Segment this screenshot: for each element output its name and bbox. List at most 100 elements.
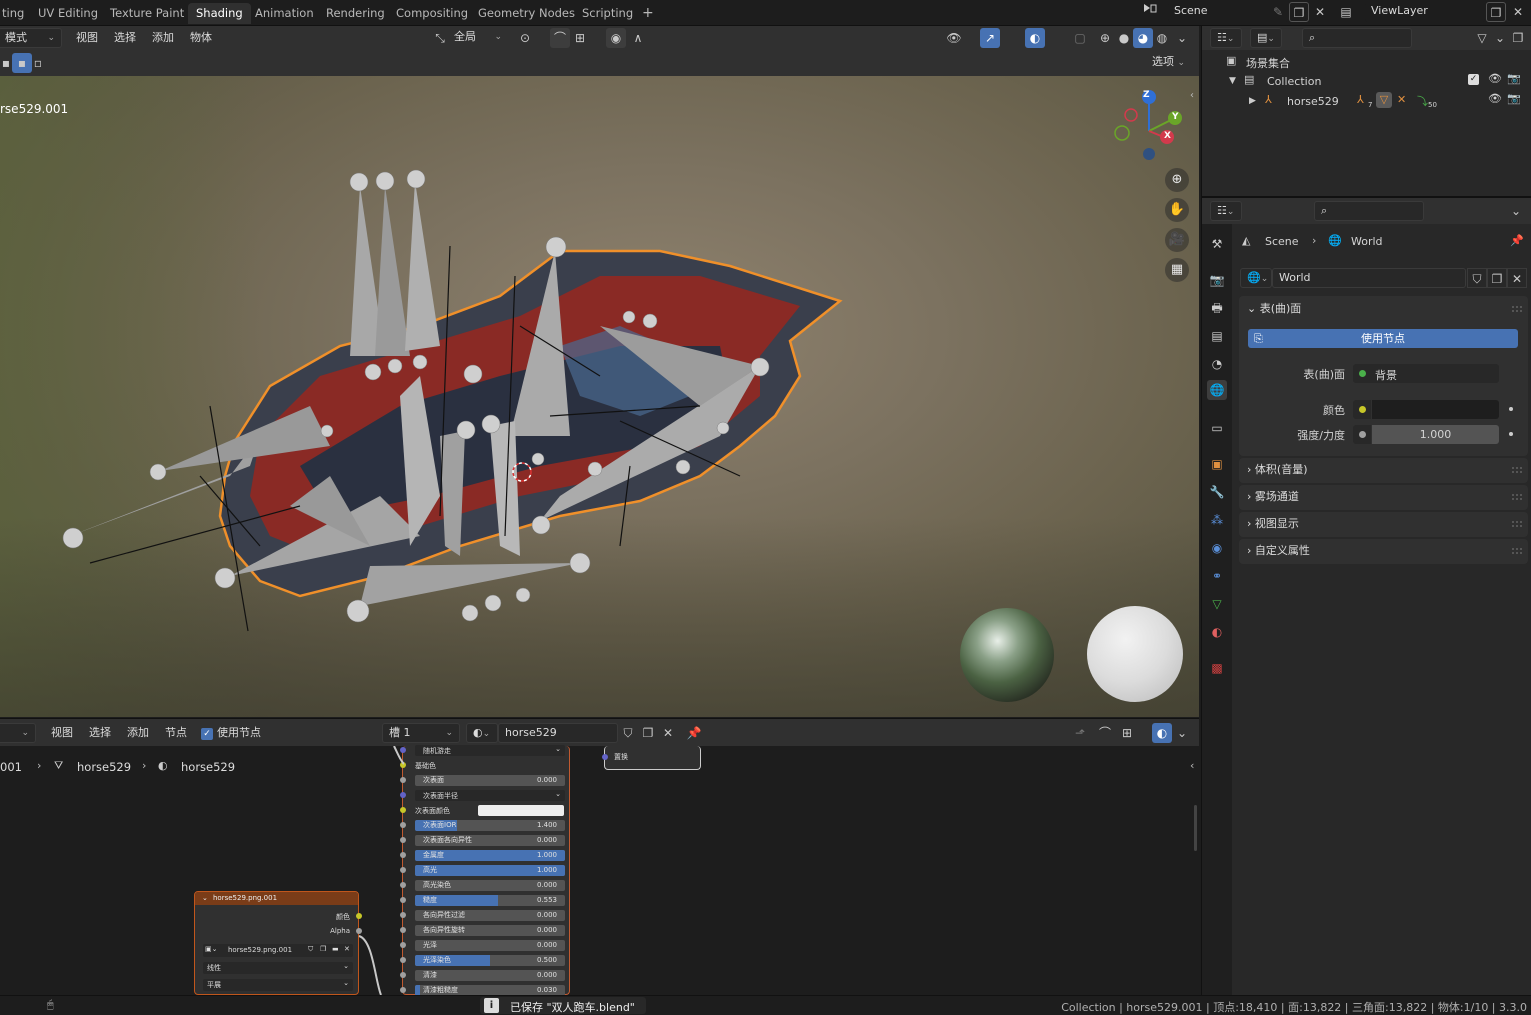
snap-icon[interactable]: ⌒ bbox=[550, 28, 570, 48]
drag-handle-icon[interactable] bbox=[1512, 521, 1522, 527]
bsdf-slider[interactable]: 糙度 0.553 bbox=[415, 895, 565, 906]
bsdf-slider[interactable]: 各向异性旋转 0.000 bbox=[415, 925, 565, 936]
duplicate-icon[interactable]: ❐ bbox=[1487, 268, 1507, 288]
viewport-display-panel[interactable]: › 视图显示 bbox=[1239, 512, 1528, 537]
tab-shading[interactable]: Shading bbox=[188, 3, 251, 24]
input-socket[interactable] bbox=[400, 867, 406, 873]
input-socket[interactable] bbox=[400, 822, 406, 828]
grid-perspective-icon[interactable]: ▦ bbox=[1165, 258, 1189, 282]
pan-hand-icon[interactable]: ✋ bbox=[1165, 198, 1189, 222]
bsdf-slider[interactable]: 高光染色 0.000 bbox=[415, 880, 565, 891]
camera-render-icon[interactable]: 📷 bbox=[1507, 72, 1521, 85]
input-socket[interactable] bbox=[400, 837, 406, 843]
input-socket[interactable] bbox=[400, 897, 406, 903]
color-socket-button[interactable] bbox=[1353, 400, 1371, 419]
filter-icon[interactable]: ▽ bbox=[1472, 28, 1492, 48]
keyframe-dot-icon[interactable] bbox=[1509, 407, 1513, 411]
texture-tab-icon[interactable]: ▩ bbox=[1207, 658, 1227, 678]
close-icon[interactable]: ✕ bbox=[1310, 2, 1330, 22]
bsdf-slider[interactable]: 高光 1.000 bbox=[415, 865, 565, 876]
material-output-node[interactable]: 置换 bbox=[602, 746, 701, 770]
tab-rendering[interactable]: Rendering bbox=[318, 3, 393, 24]
options-dropdown[interactable]: 选项 ⌄ bbox=[1146, 53, 1194, 73]
render-tab-icon[interactable]: 📷 bbox=[1207, 270, 1227, 290]
select-subtract-icon[interactable]: ▫ bbox=[28, 53, 48, 73]
menu-add[interactable]: 添加 bbox=[152, 28, 174, 48]
particles-tab-icon[interactable]: ⁂ bbox=[1207, 510, 1227, 530]
expand-arrow-icon[interactable]: ▼ bbox=[1229, 76, 1236, 86]
pin-icon[interactable]: 📌 bbox=[684, 723, 704, 743]
xray-icon[interactable]: ▢ bbox=[1070, 28, 1090, 48]
input-socket[interactable] bbox=[400, 957, 406, 963]
drag-handle-icon[interactable] bbox=[1512, 306, 1522, 312]
tab-uv-editing[interactable]: UV Editing bbox=[30, 3, 106, 24]
keyframe-dot-icon[interactable] bbox=[1509, 432, 1513, 436]
bsdf-dropdown[interactable]: 次表面半径 ⌄ bbox=[415, 790, 565, 801]
drag-handle-icon[interactable] bbox=[1512, 467, 1522, 473]
color-swatch[interactable] bbox=[1372, 400, 1499, 419]
shading-options-icon[interactable]: ⌄ bbox=[1172, 28, 1192, 48]
input-socket[interactable] bbox=[400, 777, 406, 783]
image-selector[interactable]: ▣⌄ horse529.png.001 ⛉ ❐ ▬ ✕ bbox=[203, 944, 353, 957]
node-canvas[interactable] bbox=[0, 790, 1199, 995]
outliner-search-input[interactable]: ⌕ bbox=[1302, 28, 1412, 48]
snap-icon[interactable]: ⌒ bbox=[1095, 723, 1115, 743]
scrollbar[interactable] bbox=[1194, 805, 1197, 851]
bsdf-slider[interactable]: 次表面IOR 1.400 bbox=[415, 820, 565, 831]
menu-object[interactable]: 物体 bbox=[190, 28, 212, 48]
strength-field[interactable]: 1.000 bbox=[1372, 425, 1499, 444]
scene-icon[interactable] bbox=[1140, 2, 1160, 22]
bsdf-slider[interactable]: 各向异性过滤 0.000 bbox=[415, 910, 565, 921]
overlays-icon[interactable]: ◐ bbox=[1025, 28, 1045, 48]
view-layer-selector[interactable]: ViewLayer bbox=[1365, 2, 1485, 22]
overlays-icon[interactable]: ◐ bbox=[1152, 723, 1172, 743]
wireframe-shading-icon[interactable]: ⊕ bbox=[1095, 28, 1115, 48]
bsdf-slider[interactable]: 光泽染色 0.500 bbox=[415, 955, 565, 966]
color-swatch[interactable] bbox=[478, 805, 564, 816]
constraints-tab-icon[interactable]: ⚭ bbox=[1207, 566, 1227, 586]
input-socket[interactable] bbox=[400, 942, 406, 948]
fake-user-shield-icon[interactable]: ⛉ bbox=[618, 723, 638, 743]
input-socket[interactable] bbox=[400, 987, 406, 993]
expand-arrow-icon[interactable]: ▶ bbox=[1249, 96, 1256, 106]
physics-tab-icon[interactable]: ◉ bbox=[1207, 538, 1227, 558]
snap-target-icon[interactable]: ⊞ bbox=[1117, 723, 1137, 743]
collection-label[interactable]: Collection bbox=[1267, 75, 1321, 88]
unlink-icon[interactable]: ✕ bbox=[1507, 268, 1527, 288]
menu-select[interactable]: 选择 bbox=[114, 28, 136, 48]
mode-dropdown[interactable]: 模式 ⌄ bbox=[0, 28, 62, 48]
data-tab-icon[interactable]: ▽ bbox=[1207, 594, 1227, 614]
transform-orientation-dropdown[interactable]: 全局 ⌄ bbox=[448, 28, 508, 48]
displacement-socket[interactable] bbox=[602, 754, 608, 760]
add-workspace-button[interactable]: + bbox=[634, 3, 662, 24]
folder-icon[interactable]: ▬ bbox=[332, 945, 339, 953]
duplicate-material-icon[interactable]: ❐ bbox=[638, 723, 658, 743]
bsdf-slider[interactable]: 清漆 0.000 bbox=[415, 970, 565, 981]
modifier-tab-icon[interactable]: 🔧 bbox=[1207, 482, 1227, 502]
exclude-checkbox[interactable]: ✓ bbox=[1468, 74, 1479, 85]
tab-scripting[interactable]: Scripting bbox=[574, 3, 641, 24]
surface-panel-header[interactable]: ⌄ 表(曲)面 bbox=[1247, 296, 1301, 322]
bsdf-slider[interactable]: 次表面 0.000 bbox=[415, 775, 565, 786]
input-socket[interactable] bbox=[400, 852, 406, 858]
use-nodes-checkbox[interactable]: ✓ bbox=[201, 728, 213, 740]
chevron-left-icon[interactable]: ‹ bbox=[1190, 90, 1194, 101]
tab-compositing[interactable]: Compositing bbox=[388, 3, 476, 24]
object-tab-icon[interactable]: ▣ bbox=[1207, 454, 1227, 474]
use-nodes-button[interactable]: ⎘ 使用节点 bbox=[1248, 329, 1518, 348]
proportional-edit-icon[interactable]: ◉ bbox=[606, 28, 626, 48]
bsdf-slider[interactable]: 金属度 1.000 bbox=[415, 850, 565, 861]
menu-add[interactable]: 添加 bbox=[127, 723, 149, 743]
viewport-display-panel-header[interactable]: › 视图显示 bbox=[1247, 511, 1299, 537]
overlay-options-icon[interactable]: ⌄ bbox=[1172, 723, 1192, 743]
eye-icon[interactable]: 👁 bbox=[1488, 92, 1502, 105]
drag-handle-icon[interactable] bbox=[1512, 494, 1522, 500]
world-tab-icon[interactable]: 🌐 bbox=[1207, 380, 1227, 400]
parent-node-tree-icon[interactable]: ⬏ bbox=[1070, 723, 1090, 743]
rendered-shading-icon[interactable]: ◍ bbox=[1152, 28, 1172, 48]
pin-icon[interactable]: ✎ bbox=[1268, 2, 1288, 22]
zoom-icon[interactable]: ⊕ bbox=[1165, 168, 1189, 192]
material-preview-icon[interactable]: ◕ bbox=[1133, 28, 1153, 48]
mist-pass-panel-header[interactable]: › 雾场通道 bbox=[1247, 484, 1299, 510]
close-view-layer-icon[interactable]: ✕ bbox=[1508, 2, 1528, 22]
